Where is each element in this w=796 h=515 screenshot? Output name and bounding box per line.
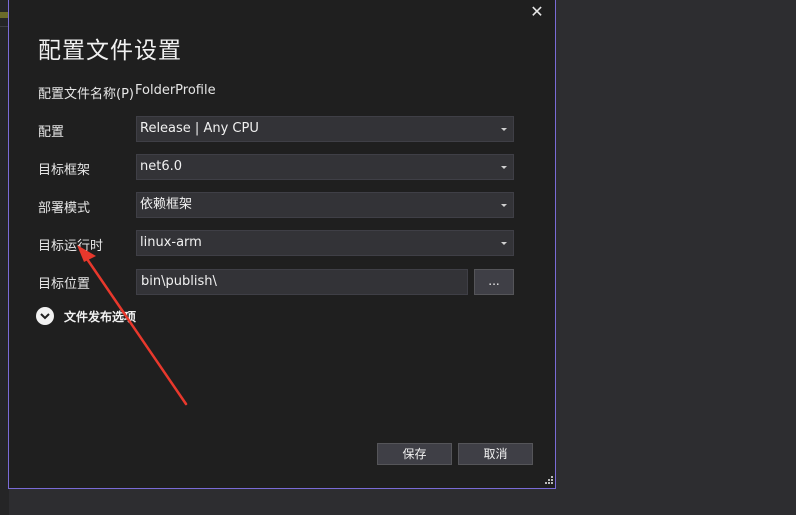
configuration-value: Release | Any CPU bbox=[140, 121, 259, 136]
chevron-down-icon[interactable] bbox=[36, 307, 54, 325]
target-runtime-label: 目标运行时 bbox=[38, 239, 104, 254]
target-location-label: 目标位置 bbox=[38, 277, 91, 292]
target-framework-dropdown[interactable]: net6.0 bbox=[136, 154, 514, 180]
target-runtime-dropdown[interactable]: linux-arm bbox=[136, 230, 514, 256]
browse-button[interactable]: ... bbox=[474, 269, 514, 295]
resize-grip-icon[interactable] bbox=[543, 476, 553, 486]
cancel-button[interactable]: 取消 bbox=[458, 443, 533, 465]
dropdown-caret-icon bbox=[501, 128, 507, 131]
dropdown-caret-icon bbox=[501, 204, 507, 207]
profile-name-label: 配置文件名称(P) bbox=[38, 87, 134, 102]
deployment-mode-value: 依赖框架 bbox=[140, 197, 193, 212]
deployment-mode-dropdown[interactable]: 依赖框架 bbox=[136, 192, 514, 218]
target-framework-label: 目标框架 bbox=[38, 163, 91, 178]
target-location-input[interactable]: bin\publish\ bbox=[136, 269, 468, 295]
target-framework-value: net6.0 bbox=[140, 159, 183, 174]
close-button[interactable]: ✕ bbox=[527, 2, 547, 22]
file-publish-options-label: 文件发布选项 bbox=[64, 310, 137, 324]
profile-settings-dialog: ✕ 配置文件设置 配置文件名称(P) FolderProfile 配置 Rele… bbox=[8, 0, 556, 489]
save-button[interactable]: 保存 bbox=[377, 443, 452, 465]
configuration-label: 配置 bbox=[38, 125, 65, 140]
close-icon[interactable]: ✕ bbox=[530, 2, 543, 21]
target-runtime-value: linux-arm bbox=[140, 235, 202, 250]
profile-name-value: FolderProfile bbox=[135, 83, 216, 98]
dialog-title: 配置文件设置 bbox=[38, 38, 182, 64]
dropdown-caret-icon bbox=[501, 166, 507, 169]
configuration-dropdown[interactable]: Release | Any CPU bbox=[136, 116, 514, 142]
deployment-mode-label: 部署模式 bbox=[38, 201, 91, 216]
dropdown-caret-icon bbox=[501, 242, 507, 245]
